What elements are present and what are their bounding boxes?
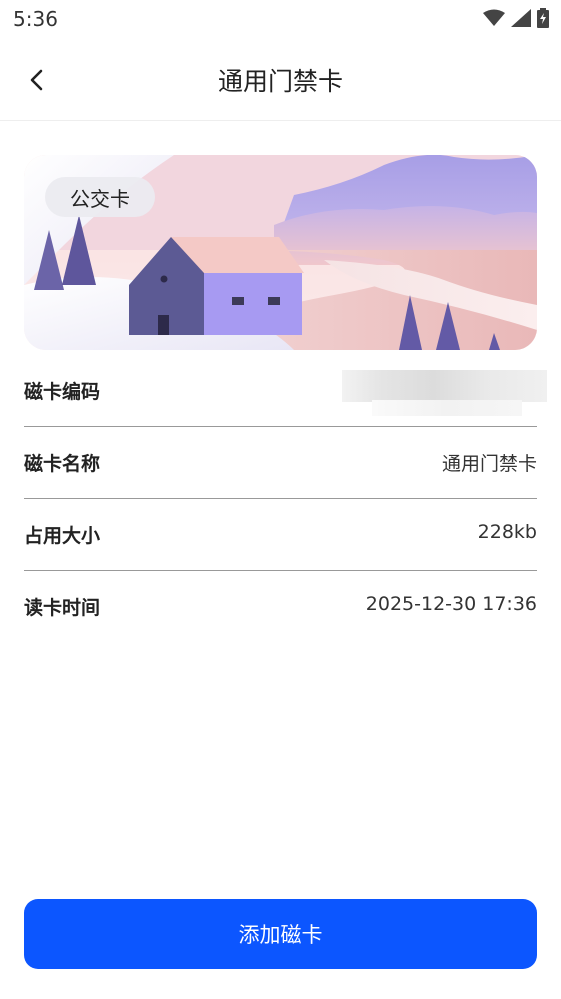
- card-info-list: 磁卡编码 磁卡名称 通用门禁卡 占用大小 228kb 读卡时间 2025-12-…: [24, 355, 547, 642]
- info-row-card-name: 磁卡名称 通用门禁卡: [24, 427, 537, 499]
- status-bar: 5:36: [0, 0, 561, 38]
- wifi-icon: [483, 9, 505, 26]
- info-label: 磁卡编码: [24, 381, 101, 403]
- nav-bar: 通用门禁卡: [0, 40, 561, 121]
- status-time: 5:36: [13, 7, 58, 31]
- battery-icon: [537, 8, 549, 28]
- info-label: 磁卡名称: [24, 453, 101, 475]
- page-title: 通用门禁卡: [217, 67, 343, 96]
- info-value: 2025-12-30 17:36: [365, 593, 537, 615]
- info-value: 228kb: [477, 521, 537, 543]
- info-row-size: 占用大小 228kb: [24, 499, 537, 571]
- status-icons: [483, 8, 549, 28]
- info-label: 读卡时间: [24, 597, 101, 619]
- info-row-read-time: 读卡时间 2025-12-30 17:36: [24, 571, 537, 642]
- card-code-value-redacted: [342, 370, 547, 416]
- info-value: 通用门禁卡: [441, 453, 537, 475]
- add-card-button[interactable]: 添加磁卡: [24, 899, 537, 969]
- info-label: 占用大小: [24, 525, 101, 547]
- card-type-tag: 公交卡: [45, 177, 155, 217]
- cellular-signal-icon: [511, 9, 531, 27]
- info-row-card-code: 磁卡编码: [24, 355, 547, 427]
